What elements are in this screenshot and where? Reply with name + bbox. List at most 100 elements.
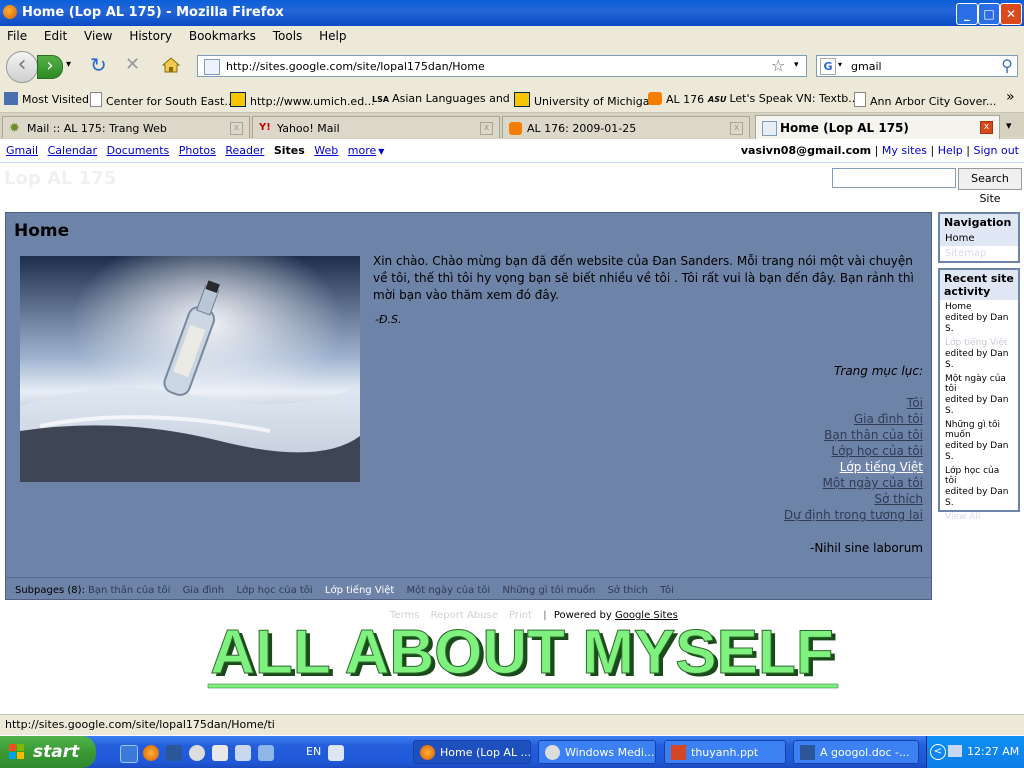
app-icon[interactable] <box>235 745 251 761</box>
tab-close-icon[interactable]: x <box>980 121 993 134</box>
nav-item-sitemap[interactable]: Sitemap <box>940 246 1018 261</box>
subpage-link[interactable]: Lớp học của tôi <box>236 585 312 596</box>
site-identity-icon[interactable] <box>204 59 220 75</box>
back-button[interactable]: ‹ <box>6 51 38 83</box>
tab-close-icon[interactable]: x <box>480 122 493 135</box>
internet-explorer-icon[interactable] <box>120 745 138 763</box>
task-powerpoint[interactable]: thuyanh.ppt <box>664 740 786 764</box>
toc-link-lop-tieng-viet[interactable]: Lớp tiếng Việt <box>784 459 923 475</box>
start-button[interactable]: start <box>0 736 96 768</box>
menu-tools[interactable]: Tools <box>266 26 309 43</box>
tab-al176[interactable]: AL 176: 2009-01-25 x <box>502 116 750 138</box>
task-windows-media[interactable]: Windows Medi... <box>538 740 656 764</box>
bookmark-cseas[interactable]: Center for South East... <box>90 92 235 108</box>
reload-icon[interactable]: ↻ <box>90 53 107 77</box>
toc-link-lop-hoc[interactable]: Lớp học của tôi <box>784 443 923 459</box>
subpage-link[interactable]: Tôi <box>660 585 674 596</box>
activity-page-link[interactable]: Một ngày của tôi <box>945 374 1013 394</box>
minimize-button[interactable]: _ <box>956 3 978 25</box>
firefox-quicklaunch-icon[interactable] <box>143 745 159 761</box>
menu-history[interactable]: History <box>122 26 178 43</box>
app-icon[interactable] <box>258 745 274 761</box>
address-bar[interactable]: http://sites.google.com/site/lopal175dan… <box>197 55 807 77</box>
bookmark-asian-languages[interactable]: LSA Asian Languages and ... <box>372 92 524 105</box>
search-site-button[interactable]: Search Site <box>958 168 1022 205</box>
subpage-link[interactable]: Những gì tôi muốn <box>502 585 595 596</box>
search-go-icon[interactable]: ⚲ <box>1001 56 1013 75</box>
menu-bookmarks[interactable]: Bookmarks <box>182 26 262 43</box>
subpage-link[interactable]: Bạn thân của tôi <box>88 585 170 596</box>
bookmarks-overflow-chevron[interactable]: » <box>1006 89 1015 105</box>
bookmark-umich[interactable]: http://www.umich.ed... <box>230 92 375 108</box>
bookmark-al-176[interactable]: AL 176 <box>648 92 704 106</box>
close-window-button[interactable]: ✕ <box>1000 3 1022 25</box>
google-engine-icon[interactable]: G <box>820 58 836 75</box>
task-firefox[interactable]: Home (Lop AL ... <box>413 740 531 764</box>
network-icon[interactable] <box>948 745 962 757</box>
history-dropdown-icon[interactable]: ▾ <box>66 59 71 70</box>
stop-icon[interactable]: ✕ <box>125 54 140 75</box>
url-dropdown-icon[interactable]: ▾ <box>794 60 799 70</box>
bookmark-star-icon[interactable]: ☆ <box>771 56 785 75</box>
tab-mail-al175[interactable]: ✹ Mail :: AL 175: Trang Web x <box>2 116 250 138</box>
subpage-link[interactable]: Sở thích <box>607 585 648 596</box>
toc-link-mot-ngay[interactable]: Một ngày của tôi <box>784 475 923 491</box>
home-icon[interactable] <box>161 56 181 74</box>
activity-page-link[interactable]: Home <box>945 302 1013 312</box>
toc-link-so-thich[interactable]: Sở thích <box>784 491 923 507</box>
engine-dropdown-icon[interactable]: ▾ <box>838 60 842 69</box>
activity-page-link[interactable]: Lớp học của tôi <box>945 466 1013 486</box>
subpage-link[interactable]: Lớp tiếng Việt <box>325 585 394 596</box>
language-indicator[interactable]: EN <box>306 745 321 758</box>
gbar-web-link[interactable]: Web <box>314 144 338 157</box>
tab-close-icon[interactable]: x <box>730 122 743 135</box>
gbar-gmail-link[interactable]: Gmail <box>6 144 38 157</box>
search-input[interactable]: gmail <box>851 60 882 73</box>
tab-list-dropdown-icon[interactable]: ▾ <box>1006 119 1012 132</box>
menu-edit[interactable]: Edit <box>37 26 73 43</box>
gbar-photos-link[interactable]: Photos <box>179 144 216 157</box>
view-all-link[interactable]: View All <box>940 510 1018 524</box>
gbar-reader-link[interactable]: Reader <box>225 144 264 157</box>
tab-close-icon[interactable]: x <box>230 122 243 135</box>
subpage-link[interactable]: Một ngày của tôi <box>406 585 490 596</box>
bookmark-university-of-michigan[interactable]: University of Michigan <box>514 92 656 108</box>
site-search-input[interactable] <box>832 168 956 188</box>
gbar-calendar-link[interactable]: Calendar <box>48 144 97 157</box>
nav-item-home[interactable]: Home <box>940 231 1018 246</box>
toc-link-gia-dinh[interactable]: Gia đình tôi <box>784 411 923 427</box>
activity-page-link[interactable]: Những gì tôi muốn <box>945 420 1013 440</box>
toc-link-ban-than[interactable]: Bạn thân của tôi <box>784 427 923 443</box>
menu-file[interactable]: File <box>0 26 33 43</box>
keyboard-icon[interactable] <box>328 745 344 761</box>
tab-yahoo-mail[interactable]: Y! Yahoo! Mail x <box>252 116 500 138</box>
word-icon[interactable] <box>166 745 182 761</box>
forward-button[interactable]: › <box>37 55 63 79</box>
bookmark-most-visited[interactable]: Most Visited <box>4 92 89 106</box>
sign-out-link[interactable]: Sign out <box>973 144 1019 157</box>
url-text[interactable]: http://sites.google.com/site/lopal175dan… <box>226 60 485 73</box>
subpage-link[interactable]: Gia đình <box>183 585 225 596</box>
gbar-documents-link[interactable]: Documents <box>107 144 170 157</box>
bookmark-ann-arbor[interactable]: Ann Arbor City Gover... <box>854 92 996 108</box>
search-bar[interactable]: G ▾ gmail ⚲ <box>816 55 1018 77</box>
task-word[interactable]: A googol.doc -... <box>793 740 919 764</box>
activity-page-link[interactable]: Lớp tiếng Việt <box>945 338 1013 348</box>
maximize-button[interactable]: □ <box>978 3 1000 25</box>
toc-link-toi[interactable]: Tôi <box>784 395 923 411</box>
help-link[interactable]: Help <box>938 144 963 157</box>
my-sites-link[interactable]: My sites <box>882 144 927 157</box>
toc-link-du-dinh[interactable]: Dự định trong tương lai <box>784 507 923 523</box>
app-icon[interactable] <box>212 745 228 761</box>
site-title[interactable]: Lop AL 175 <box>4 168 116 189</box>
bookmark-lets-speak-vn[interactable]: ASU Let's Speak VN: Textb... <box>708 92 859 105</box>
clock[interactable]: 12:27 AM <box>967 745 1019 758</box>
menu-view[interactable]: View <box>77 26 118 43</box>
tab-home-lop-al175[interactable]: Home (Lop AL 175) x <box>755 115 1000 139</box>
media-player-icon[interactable] <box>189 745 205 761</box>
activity-entry: Home edited by Dan S. <box>940 300 1018 336</box>
gbar-more-link[interactable]: more <box>348 144 377 157</box>
menu-help[interactable]: Help <box>312 26 352 43</box>
more-chevron-icon[interactable]: ▼ <box>378 147 384 156</box>
tray-chevron-icon[interactable]: < <box>930 744 946 760</box>
